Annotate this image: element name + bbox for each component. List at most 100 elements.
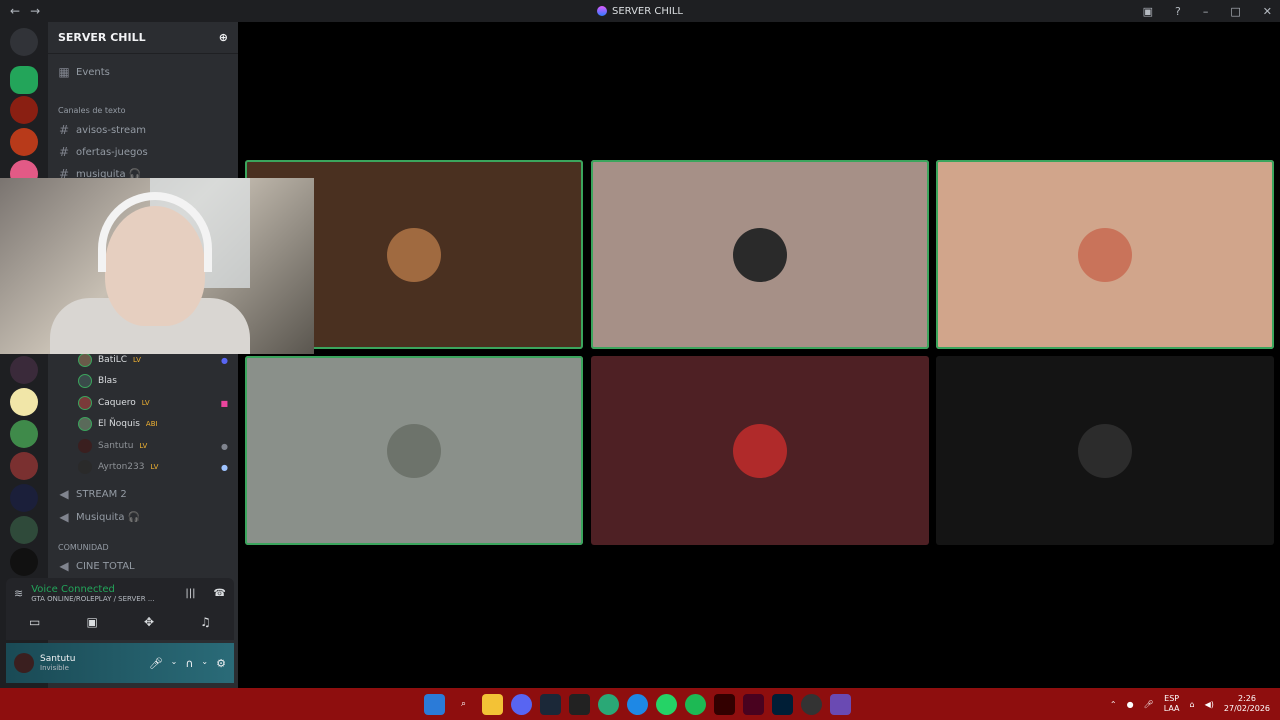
- voice-channel-cine-total[interactable]: ◀ CINE TOTAL: [58, 556, 230, 576]
- server-icon-9[interactable]: [10, 484, 38, 512]
- speaker-icon: ◀: [59, 559, 69, 573]
- avatar: [78, 417, 92, 431]
- server-icon-2[interactable]: [10, 96, 38, 124]
- app-logo-icon: [597, 6, 608, 16]
- windows-start-icon[interactable]: [424, 693, 445, 715]
- title-bar: ← → SERVER CHILL ▣ ? – □ ✕: [0, 0, 1280, 22]
- participant-avatar: [733, 227, 787, 282]
- video-tile[interactable]: [245, 356, 583, 545]
- language-indicator[interactable]: ESP LAA: [1164, 694, 1180, 714]
- video-tile[interactable]: [936, 160, 1274, 349]
- speaker-icon: ◀: [59, 510, 69, 524]
- channel-avisos-stream[interactable]: # avisos-stream: [58, 120, 230, 140]
- avatar: [78, 396, 92, 410]
- status-icon: ●: [221, 441, 228, 451]
- server-icon-8[interactable]: [10, 452, 38, 480]
- chat-icon: ●: [221, 462, 228, 472]
- chevron-down-icon[interactable]: ⌄: [201, 657, 208, 670]
- tray-app-icon[interactable]: ●: [1127, 700, 1134, 709]
- server-icon-7[interactable]: [10, 420, 38, 448]
- volume-icon[interactable]: ◀): [1205, 700, 1214, 709]
- close-button[interactable]: ✕: [1263, 5, 1272, 18]
- maximize-button[interactable]: □: [1230, 5, 1240, 18]
- window-controls: ▣ ? – □ ✕: [1143, 0, 1272, 22]
- photoshop-icon[interactable]: [772, 693, 793, 715]
- video-tile[interactable]: [936, 356, 1274, 545]
- calendar-icon: ▦: [58, 65, 70, 79]
- system-tray: ⌃ ● 🎤︎ ESP LAA ⌂ ◀) 2:26 27/02/2026: [1110, 688, 1270, 720]
- gamepad-icon: ●: [221, 355, 228, 365]
- forward-arrow-icon[interactable]: →: [30, 4, 40, 18]
- speaker-icon: ◀: [59, 487, 69, 501]
- whatsapp-icon[interactable]: [656, 693, 677, 715]
- server-icon-10[interactable]: [10, 516, 38, 544]
- voice-channel-stream-2[interactable]: ◀ STREAM 2: [58, 484, 230, 504]
- server-header[interactable]: SERVER CHILL ⊕: [48, 22, 238, 54]
- voice-member[interactable]: Blas: [78, 372, 228, 390]
- server-icon-5[interactable]: [10, 356, 38, 384]
- hash-icon: #: [58, 145, 70, 159]
- user-panel: Santutu Invisible 🎤︎ ⌄ ∩ ⌄ ⚙: [6, 643, 234, 683]
- participant-avatar: [1078, 227, 1132, 282]
- file-explorer-icon[interactable]: [482, 693, 503, 715]
- taskbar: ⌕ ⌃ ● 🎤︎ ESP LAA ⌂ ◀) 2:26 27/02/2026: [0, 688, 1280, 720]
- activities-icon[interactable]: ✥: [144, 615, 154, 629]
- nav-buttons: ← →: [0, 4, 40, 18]
- server-icon-1[interactable]: [10, 66, 38, 94]
- help-icon[interactable]: ?: [1175, 5, 1181, 18]
- participant-avatar: [387, 227, 441, 282]
- server-icon-6[interactable]: [10, 388, 38, 416]
- obs-icon[interactable]: [801, 693, 822, 715]
- chevron-up-icon[interactable]: ⌃: [1110, 700, 1117, 709]
- back-arrow-icon[interactable]: ←: [10, 4, 20, 18]
- category-comunidad[interactable]: COMUNIDAD: [58, 543, 109, 552]
- steam-icon[interactable]: [540, 693, 561, 715]
- chevron-down-icon[interactable]: ⌄: [171, 657, 178, 670]
- avatar: [78, 439, 92, 453]
- participant-avatar: [387, 423, 441, 478]
- events-item[interactable]: ▦ Events: [58, 62, 230, 82]
- browser-icon[interactable]: [598, 693, 619, 715]
- media-player-icon[interactable]: [627, 693, 648, 715]
- microphone-icon[interactable]: 🎤︎: [149, 657, 163, 670]
- voice-member[interactable]: El Ñoquis ABI: [78, 415, 228, 433]
- illustrator-icon[interactable]: [714, 693, 735, 715]
- indesign-icon[interactable]: [743, 693, 764, 715]
- camera-off-icon[interactable]: ▭: [29, 615, 40, 629]
- discord-icon[interactable]: [511, 693, 532, 715]
- screen-share-icon[interactable]: ▣: [87, 615, 98, 629]
- server-icon-11[interactable]: [10, 548, 38, 576]
- add-member-icon[interactable]: ⊕: [219, 31, 228, 44]
- gear-icon[interactable]: ⚙: [216, 657, 226, 670]
- avatar: [78, 353, 92, 367]
- soundboard-icon[interactable]: ♫: [200, 615, 211, 629]
- voice-member[interactable]: Ayrton233 LV ●: [78, 458, 228, 476]
- inbox-icon[interactable]: ▣: [1143, 5, 1153, 18]
- video-tile[interactable]: [591, 160, 929, 349]
- app-icon[interactable]: [830, 693, 851, 715]
- server-icon-3[interactable]: [10, 128, 38, 156]
- headphones-icon[interactable]: ∩: [185, 657, 193, 670]
- noise-suppression-icon[interactable]: |||: [185, 588, 195, 599]
- disconnect-icon[interactable]: ☎: [214, 588, 226, 599]
- search-icon[interactable]: ⌕: [453, 694, 474, 715]
- voice-channel-musiquita[interactable]: ◀ Musiquita 🎧: [58, 507, 230, 527]
- mic-tray-icon[interactable]: 🎤︎: [1144, 700, 1154, 709]
- signal-icon: ≋: [14, 587, 24, 600]
- voice-member[interactable]: Caquero LV ■: [78, 394, 228, 412]
- spotify-icon[interactable]: [685, 693, 706, 715]
- category-text[interactable]: Canales de texto: [58, 106, 126, 115]
- voice-member[interactable]: Santutu LV ●: [78, 437, 228, 455]
- avatar: [78, 374, 92, 388]
- channel-ofertas-juegos[interactable]: # ofertas-juegos: [58, 142, 230, 162]
- voice-connection-panel: ≋ Voice Connected GTA ONLINE/ROLEPLAY / …: [6, 578, 234, 640]
- avatar[interactable]: [14, 653, 34, 673]
- network-icon[interactable]: ⌂: [1190, 700, 1195, 709]
- video-tile[interactable]: [591, 356, 929, 545]
- epic-games-icon[interactable]: [569, 693, 590, 715]
- participant-avatar: [1078, 423, 1132, 478]
- clock[interactable]: 2:26 27/02/2026: [1224, 694, 1270, 714]
- minimize-button[interactable]: –: [1203, 5, 1209, 18]
- discord-home-icon[interactable]: [10, 28, 38, 56]
- stream-icon: ■: [220, 398, 228, 408]
